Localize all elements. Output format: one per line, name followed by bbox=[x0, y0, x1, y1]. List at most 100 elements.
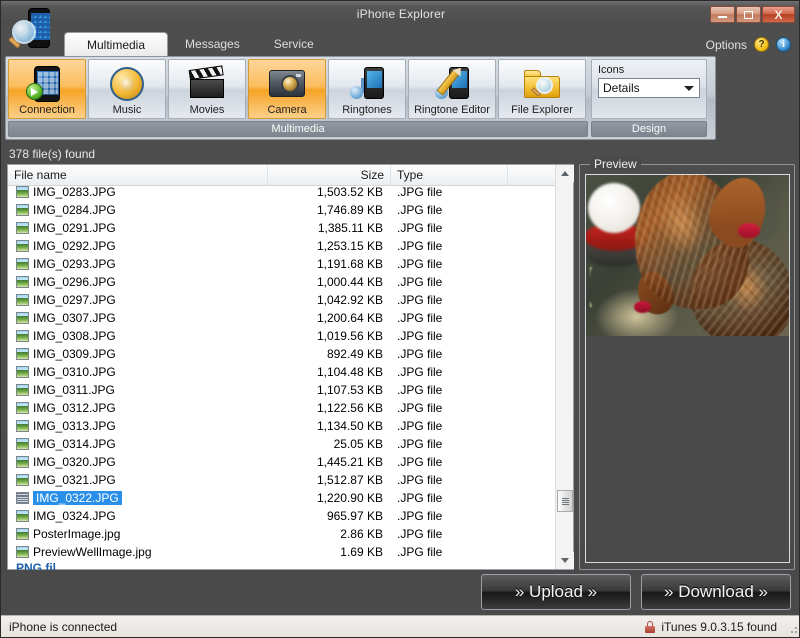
table-row[interactable]: IMG_0308.JPG 1,019.56 KB .JPG file bbox=[8, 327, 557, 345]
lock-body-shape bbox=[645, 625, 656, 633]
tab-messages[interactable]: Messages bbox=[168, 31, 257, 58]
speaker-icon bbox=[110, 64, 144, 104]
table-row[interactable]: IMG_0312.JPG 1,122.56 KB .JPG file bbox=[8, 399, 557, 417]
window-controls: X bbox=[710, 6, 795, 23]
column-header-type[interactable]: Type bbox=[391, 165, 508, 185]
file-name-text: IMG_0320.JPG bbox=[33, 455, 116, 469]
cell-file-type: .JPG file bbox=[397, 383, 443, 397]
scroll-up-arrow-icon[interactable] bbox=[556, 165, 574, 182]
scroll-down-arrow-icon[interactable] bbox=[556, 552, 574, 569]
cell-file-size: 1,122.56 KB bbox=[316, 401, 383, 415]
cell-file-type: .JPG file bbox=[397, 527, 443, 541]
table-row[interactable]: IMG_0307.JPG 1,200.64 KB .JPG file bbox=[8, 309, 557, 327]
download-button[interactable]: » Download » bbox=[641, 574, 791, 610]
image-file-icon bbox=[16, 420, 29, 432]
cell-file-size: 1,191.68 KB bbox=[316, 257, 383, 271]
image-file-icon bbox=[16, 312, 29, 324]
image-file-icon bbox=[16, 474, 29, 486]
image-file-icon bbox=[16, 276, 29, 288]
table-row[interactable]: IMG_0293.JPG 1,191.68 KB .JPG file bbox=[8, 255, 557, 273]
scrollbar-thumb[interactable] bbox=[557, 490, 573, 512]
icons-view-select[interactable]: Details bbox=[598, 78, 700, 98]
upload-button[interactable]: » Upload » bbox=[481, 574, 631, 610]
table-row[interactable]: IMG_0313.JPG 1,134.50 KB .JPG file bbox=[8, 417, 557, 435]
icons-view-selected-value: Details bbox=[603, 81, 640, 95]
ribbon-button-file-explorer[interactable]: File Explorer bbox=[498, 59, 586, 119]
tab-service[interactable]: Service bbox=[257, 31, 331, 58]
cell-file-name: IMG_0312.JPG bbox=[8, 401, 268, 415]
table-row[interactable]: IMG_0314.JPG 25.05 KB .JPG file bbox=[8, 435, 557, 453]
file-name-text: IMG_0291.JPG bbox=[33, 221, 116, 235]
cell-file-type: .JPG file bbox=[397, 257, 443, 271]
cell-file-name: IMG_0320.JPG bbox=[8, 455, 268, 469]
options-link[interactable]: Options bbox=[706, 38, 747, 52]
image-file-icon bbox=[16, 492, 29, 504]
table-row[interactable]: IMG_0322.JPG 1,220.90 KB .JPG file bbox=[8, 489, 557, 507]
application-window: iPhone Explorer X Multimedia Messages Se… bbox=[0, 0, 800, 638]
cell-file-type: .JPG file bbox=[397, 347, 443, 361]
table-row[interactable]: IMG_0297.JPG 1,042.92 KB .JPG file bbox=[8, 291, 557, 309]
cell-file-type: .JPG file bbox=[397, 437, 443, 451]
file-group-header: PNG fil bbox=[16, 561, 57, 570]
table-row[interactable]: PreviewWellImage.jpg 1.69 KB .JPG file bbox=[8, 543, 557, 561]
clapperboard-icon bbox=[188, 64, 224, 104]
phone-pencil-icon bbox=[435, 64, 469, 104]
minimize-button[interactable] bbox=[710, 6, 735, 23]
iphone-connection-icon bbox=[26, 64, 60, 104]
cell-file-size: 1,512.87 KB bbox=[316, 473, 383, 487]
cell-file-size: 1,220.90 KB bbox=[316, 491, 383, 505]
file-name-text: IMG_0324.JPG bbox=[33, 509, 116, 523]
info-icon[interactable]: i bbox=[776, 37, 791, 52]
table-row[interactable]: IMG_0296.JPG 1,000.44 KB .JPG file bbox=[8, 273, 557, 291]
lock-icon bbox=[645, 620, 656, 633]
image-file-icon bbox=[16, 528, 29, 540]
column-header-size[interactable]: Size bbox=[268, 165, 391, 185]
cell-file-name: IMG_0314.JPG bbox=[8, 437, 268, 451]
table-row[interactable]: IMG_0321.JPG 1,512.87 KB .JPG file bbox=[8, 471, 557, 489]
cell-file-type: .JPG file bbox=[397, 329, 443, 343]
cell-file-type: .JPG file bbox=[397, 186, 443, 199]
ribbon-button-ringtones[interactable]: Ringtones bbox=[328, 59, 406, 119]
cell-file-type: .JPG file bbox=[397, 545, 443, 559]
file-name-text: IMG_0311.JPG bbox=[33, 383, 115, 397]
cell-file-type: .JPG file bbox=[397, 455, 443, 469]
table-row[interactable]: IMG_0309.JPG 892.49 KB .JPG file bbox=[8, 345, 557, 363]
image-file-icon bbox=[16, 456, 29, 468]
minimize-icon bbox=[718, 16, 727, 18]
table-row[interactable]: IMG_0320.JPG 1,445.21 KB .JPG file bbox=[8, 453, 557, 471]
cell-file-name: IMG_0309.JPG bbox=[8, 347, 268, 361]
cell-file-size: 1.69 KB bbox=[340, 545, 383, 559]
image-file-icon bbox=[16, 258, 29, 270]
cell-file-size: 965.97 KB bbox=[326, 509, 383, 523]
cell-file-name: IMG_0297.JPG bbox=[8, 293, 268, 307]
cell-file-type: .JPG file bbox=[397, 473, 443, 487]
table-row[interactable]: IMG_0311.JPG 1,107.53 KB .JPG file bbox=[8, 381, 557, 399]
cell-file-name: IMG_0283.JPG bbox=[8, 186, 268, 199]
camera-glyph bbox=[269, 70, 305, 98]
ribbon-button-ringtone-editor[interactable]: Ringtone Editor bbox=[408, 59, 496, 119]
table-row[interactable]: IMG_0283.JPG 1,503.52 KB .JPG file bbox=[8, 186, 557, 201]
table-row[interactable]: IMG_0324.JPG 965.97 KB .JPG file bbox=[8, 507, 557, 525]
resize-grip-icon[interactable] bbox=[788, 624, 798, 634]
options-area: Options ? i bbox=[706, 37, 791, 52]
table-row[interactable]: IMG_0291.JPG 1,385.11 KB .JPG file bbox=[8, 219, 557, 237]
title-bar: iPhone Explorer X bbox=[1, 1, 799, 29]
file-name-text: IMG_0293.JPG bbox=[33, 257, 116, 271]
file-list-vertical-scrollbar[interactable] bbox=[555, 165, 574, 569]
column-header-file-name[interactable]: File name bbox=[8, 165, 268, 185]
note-head-shape bbox=[350, 85, 363, 99]
table-row[interactable]: IMG_0292.JPG 1,253.15 KB .JPG file bbox=[8, 237, 557, 255]
maximize-button[interactable] bbox=[736, 6, 761, 23]
tab-multimedia[interactable]: Multimedia bbox=[64, 32, 169, 58]
ribbon-button-movies[interactable]: Movies bbox=[168, 59, 246, 119]
file-name-text: IMG_0292.JPG bbox=[33, 239, 116, 253]
help-icon[interactable]: ? bbox=[754, 37, 769, 52]
table-row[interactable]: IMG_0310.JPG 1,104.48 KB .JPG file bbox=[8, 363, 557, 381]
close-button[interactable]: X bbox=[762, 6, 795, 23]
table-row[interactable]: IMG_0284.JPG 1,746.89 KB .JPG file bbox=[8, 201, 557, 219]
ribbon-button-camera[interactable]: Camera bbox=[248, 59, 326, 119]
ribbon-button-connection[interactable]: Connection bbox=[8, 59, 86, 119]
ribbon-button-music[interactable]: Music bbox=[88, 59, 166, 119]
window-title: iPhone Explorer bbox=[356, 7, 446, 21]
table-row[interactable]: PosterImage.jpg 2.86 KB .JPG file bbox=[8, 525, 557, 543]
